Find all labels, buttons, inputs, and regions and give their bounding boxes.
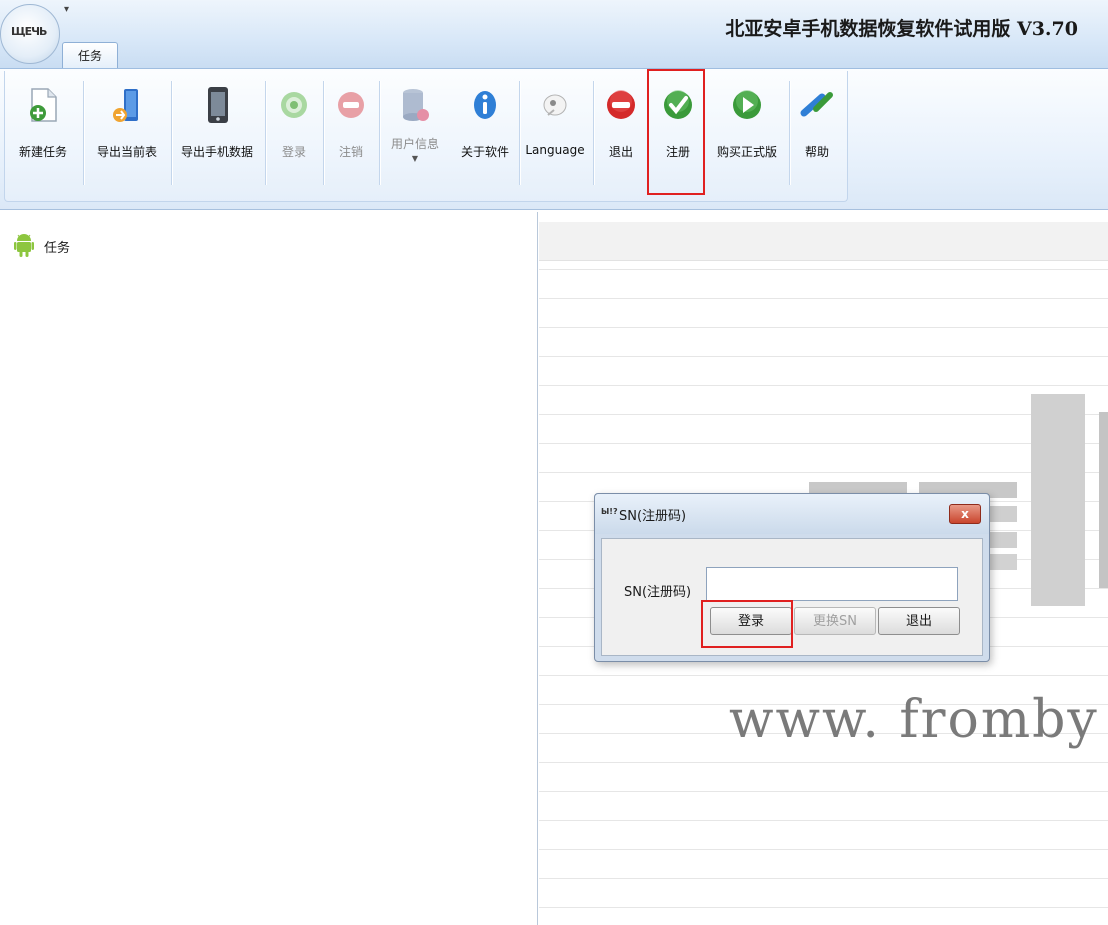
window-title: 北亚安卓手机数据恢复软件试用版 V3.70 <box>725 18 1078 40</box>
export-phone-data-button[interactable]: 导出手机数据 <box>171 83 263 175</box>
sn-exit-button[interactable]: 退出 <box>878 607 960 635</box>
android-icon <box>14 232 34 261</box>
login-label: 登录 <box>281 145 306 159</box>
task-tree-root-label: 任务 <box>44 241 71 256</box>
language-icon <box>537 83 573 127</box>
ribbon: 新建任务 导出当前表 导出手机数据 登录 注销 用户信息 ▼ 关于软件 Lang… <box>0 68 1108 210</box>
login-button[interactable]: 登录 <box>265 83 323 175</box>
exit-label: 退出 <box>608 145 633 159</box>
help-icon <box>799 83 835 127</box>
export-table-button[interactable]: 导出当前表 <box>85 83 169 175</box>
ribbon-group: 新建任务 导出当前表 导出手机数据 登录 注销 用户信息 ▼ 关于软件 Lang… <box>4 71 848 202</box>
buy-full-version-label: 购买正式版 <box>716 145 777 159</box>
login-highlight-box <box>701 600 793 648</box>
close-icon[interactable]: x <box>949 504 981 524</box>
new-task-label: 新建任务 <box>18 145 67 159</box>
app-logo-text: ЩЕЧЬ <box>11 25 47 38</box>
new-task-icon <box>25 83 61 127</box>
language-button[interactable]: Language <box>519 83 591 175</box>
quick-access-dropdown-icon[interactable]: ▾ <box>64 4 69 15</box>
logout-button[interactable]: 注销 <box>323 83 379 175</box>
watermark-url: www. fromby <box>729 690 1099 750</box>
buy-full-version-button[interactable]: 购买正式版 <box>707 83 787 175</box>
export-table-icon <box>109 83 145 127</box>
buy-icon <box>729 83 765 127</box>
language-label: Language <box>525 143 585 157</box>
logout-icon <box>333 83 369 127</box>
user-info-icon <box>397 83 433 127</box>
sn-dialog-titlebar[interactable]: Ы!? SN(注册码) x <box>595 494 989 534</box>
help-label: 帮助 <box>804 145 829 159</box>
content-header-band <box>539 222 1108 261</box>
app-menu-button[interactable]: ЩЕЧЬ <box>0 4 60 64</box>
about-icon <box>467 83 503 127</box>
export-phone-icon <box>199 83 235 127</box>
title-bar: ЩЕЧЬ ▾ 任务 北亚安卓手机数据恢复软件试用版 V3.70 <box>0 0 1108 70</box>
logout-label: 注销 <box>338 145 363 159</box>
chevron-down-icon: ▼ <box>411 154 419 163</box>
task-tree-root[interactable]: 任务 <box>14 232 70 261</box>
user-info-button[interactable]: 用户信息 ▼ <box>379 83 451 175</box>
exit-button[interactable]: 退出 <box>595 83 647 175</box>
sn-dialog-title: SN(注册码) <box>619 509 687 524</box>
user-info-label: 用户信息 <box>390 137 439 151</box>
sn-field-label: SN(注册码) <box>624 585 692 600</box>
register-highlight-box <box>647 69 705 195</box>
about-button[interactable]: 关于软件 <box>451 83 519 175</box>
sn-input[interactable] <box>706 567 958 601</box>
task-tree-pane: 任务 <box>0 212 538 925</box>
export-phone-data-label: 导出手机数据 <box>180 145 253 159</box>
exit-icon <box>603 83 639 127</box>
login-icon <box>276 83 312 127</box>
change-sn-button[interactable]: 更换SN <box>794 607 876 635</box>
tab-task[interactable]: 任务 <box>62 42 118 69</box>
dialog-app-icon: Ы!? <box>601 507 618 516</box>
help-button[interactable]: 帮助 <box>791 83 843 175</box>
export-table-label: 导出当前表 <box>96 145 157 159</box>
about-label: 关于软件 <box>460 145 509 159</box>
new-task-button[interactable]: 新建任务 <box>5 83 81 175</box>
